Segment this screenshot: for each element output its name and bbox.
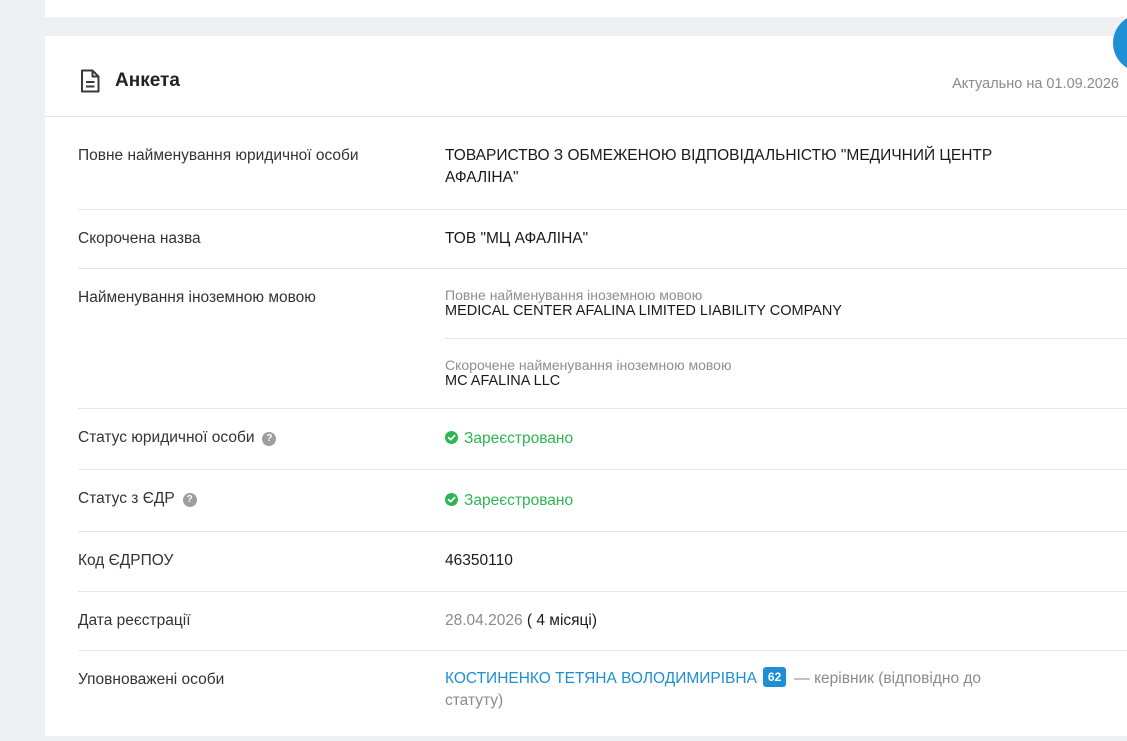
- legal-status-label: Статус юридичної особи?: [78, 429, 277, 447]
- legal-status-text: Зареєстровано: [464, 430, 574, 447]
- person-role: — керівник (відповідно до: [794, 670, 982, 687]
- foreign-short-caption: Скорочене найменування іноземною мовою: [445, 357, 732, 373]
- person-count-badge[interactable]: 62: [762, 667, 787, 687]
- row-short-name: Скорочена назва ТОВ "МЦ АФАЛІНА": [78, 210, 1127, 269]
- check-circle-icon: [445, 431, 458, 444]
- foreign-divider: [445, 338, 1127, 339]
- full-name-value: ТОВАРИСТВО З ОБМЕЖЕНОЮ ВІДПОВІДАЛЬНІСТЮ …: [445, 145, 992, 189]
- reg-age: ( 4 місяці): [526, 612, 598, 629]
- authorized-label: Уповноважені особи: [78, 671, 225, 688]
- edr-status-text: Зареєстровано: [464, 492, 574, 509]
- foreign-short-value: MC AFALINA LLC: [445, 373, 561, 389]
- row-registration-date: Дата реєстрації 28.04.2026 ( 4 місяці): [78, 592, 1127, 651]
- legal-status-value: Зареєстровано: [445, 428, 573, 450]
- edrpou-label: Код ЄДРПОУ: [78, 552, 174, 569]
- person-role-cont: статуту): [445, 692, 504, 709]
- card-header: Анкета Актуально на 01.09.2026: [45, 36, 1127, 117]
- reg-date-value: 28.04.2026 ( 4 місяці): [445, 610, 597, 632]
- authorized-value: КОСТИНЕНКО ТЕТЯНА ВОЛОДИМИРІВНА 62 — керів…: [445, 667, 981, 712]
- row-full-name: Повне найменування юридичної особи ТОВАР…: [78, 117, 1127, 210]
- row-authorized-persons: Уповноважені особи КОСТИНЕНКО ТЕТЯНА ВОЛ…: [78, 651, 1127, 741]
- row-foreign-name: Найменування іноземною мовою Повне найме…: [78, 269, 1127, 409]
- foreign-name-label: Найменування іноземною мовою: [78, 289, 316, 306]
- card-title: Анкета: [115, 70, 180, 91]
- full-name-line1: ТОВАРИСТВО З ОБМЕЖЕНОЮ ВІДПОВІДАЛЬНІСТЮ …: [445, 147, 993, 164]
- short-name-value: ТОВ "МЦ АФАЛІНА": [445, 230, 589, 247]
- foreign-short-block: Скорочене найменування іноземною мовою M…: [445, 357, 731, 390]
- edr-status-label-text: Статус з ЄДР: [78, 490, 175, 507]
- foreign-full-value: MEDICAL CENTER AFALINA LIMITED LIABILITY…: [445, 303, 842, 319]
- row-legal-status: Статус юридичної особи? Зареєстровано: [78, 409, 1127, 470]
- previous-card: [45, 0, 1127, 17]
- check-circle-icon: [445, 493, 458, 506]
- full-name-line2: АФАЛІНА": [445, 169, 519, 186]
- full-name-label: Повне найменування юридичної особи: [78, 147, 359, 164]
- reg-date: 28.04.2026: [445, 612, 523, 629]
- row-edr-status: Статус з ЄДР? Зареєстровано: [78, 470, 1127, 532]
- foreign-full-caption: Повне найменування іноземною мовою: [445, 287, 703, 303]
- person-link[interactable]: КОСТИНЕНКО ТЕТЯНА ВОЛОДИМИРІВНА: [445, 670, 757, 687]
- foreign-full-block: Повне найменування іноземною мовою MEDIC…: [445, 287, 842, 320]
- reg-date-label: Дата реєстрації: [78, 612, 191, 629]
- questionnaire-card: Анкета Актуально на 01.09.2026 Повне най…: [45, 36, 1127, 736]
- edr-status-value: Зареєстровано: [445, 490, 573, 512]
- document-icon: [81, 69, 100, 93]
- legal-status-label-text: Статус юридичної особи: [78, 429, 255, 446]
- question-circle-icon[interactable]: ?: [182, 493, 197, 507]
- actual-date: Актуально на 01.09.2026: [952, 76, 1119, 92]
- edr-status-label: Статус з ЄДР?: [78, 490, 197, 508]
- short-name-label: Скорочена назва: [78, 230, 201, 247]
- row-edrpou: Код ЄДРПОУ 46350110: [78, 532, 1127, 592]
- edrpou-value: 46350110: [445, 552, 513, 569]
- question-circle-icon[interactable]: ?: [262, 432, 277, 446]
